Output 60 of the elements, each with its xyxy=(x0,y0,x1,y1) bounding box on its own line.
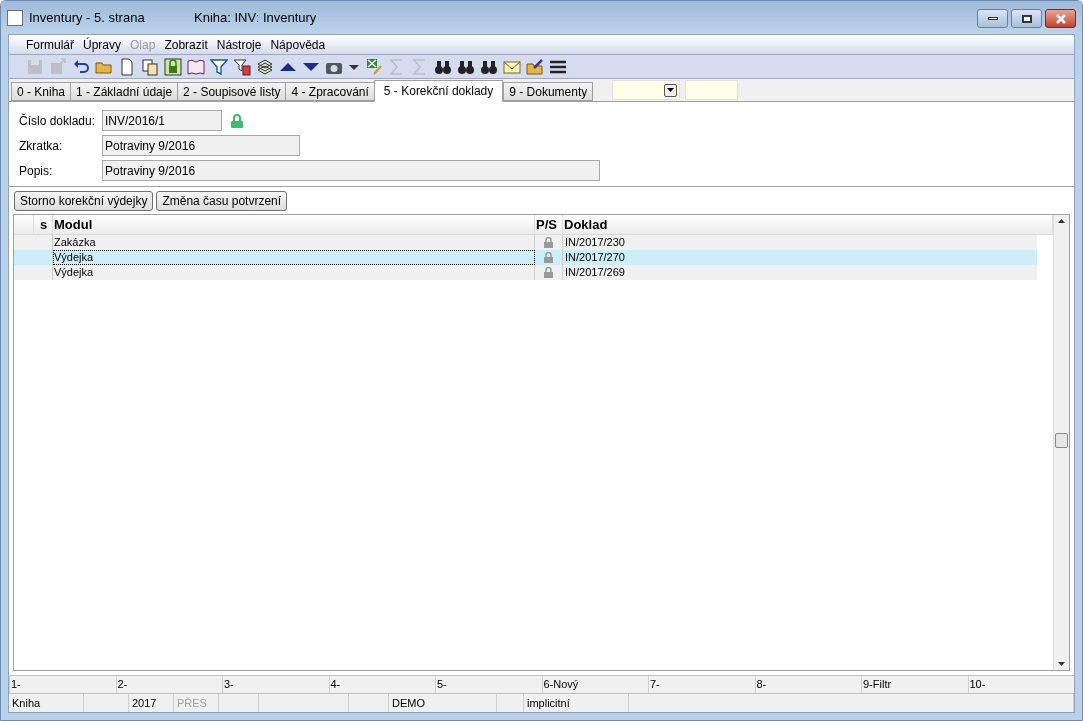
scrollbar[interactable] xyxy=(1053,215,1069,670)
table-row[interactable]: Výdejka IN/2017/269 xyxy=(14,265,1037,280)
stack-icon[interactable] xyxy=(256,57,274,76)
scroll-thumb[interactable] xyxy=(1055,433,1068,448)
table-row[interactable]: Výdejka IN/2017/270 xyxy=(14,250,1037,265)
tab[interactable]: 0 - Kniha xyxy=(11,82,72,101)
minimize-button[interactable] xyxy=(977,9,1008,28)
tab[interactable]: 9 - Dokumenty xyxy=(503,82,594,101)
copy-icon[interactable] xyxy=(141,57,159,76)
status-item: Kniha xyxy=(9,694,84,712)
table-cell: Výdejka xyxy=(53,265,535,280)
app-icon xyxy=(7,9,23,26)
status-item: implicitní xyxy=(524,694,629,712)
spreadsheet-icon[interactable] xyxy=(365,57,383,76)
column-header: s xyxy=(34,215,53,234)
filter-icon[interactable] xyxy=(233,57,251,76)
field-label: Zkratka: xyxy=(19,137,64,155)
menu-item[interactable]: Nástroje xyxy=(216,35,262,54)
column-header: P/S xyxy=(535,215,563,234)
input-field[interactable]: Potraviny 9/2016 xyxy=(102,160,600,181)
table-cell-text: IN/2017/270 xyxy=(564,250,626,265)
filter-icon[interactable] xyxy=(210,57,228,76)
table-row[interactable]: Zakázka IN/2017/230 xyxy=(14,235,1037,250)
field-label: Popis: xyxy=(19,162,54,180)
tab[interactable]: 1 - Základní údaje xyxy=(70,82,179,101)
lock-icon[interactable] xyxy=(164,57,182,76)
input-field[interactable]: INV/2016/1 xyxy=(102,110,222,131)
minimize-icon xyxy=(987,17,998,20)
menu-item[interactable]: Nápověda xyxy=(270,35,326,54)
menu-item[interactable]: Úpravy xyxy=(83,35,122,54)
dropdown-button[interactable] xyxy=(664,83,678,97)
column-header: Modul xyxy=(53,215,535,234)
table-cell-text: IN/2017/269 xyxy=(564,265,626,280)
window-title: Inventury - 5. strana xyxy=(29,8,146,27)
tab[interactable]: 2 - Soupisové listy xyxy=(177,82,287,101)
caret-icon xyxy=(667,88,675,92)
table-cell-text: IN/2017/230 xyxy=(564,235,626,250)
window-subtitle: Kniha: INV: Inventury xyxy=(194,8,317,27)
menu-item[interactable]: Zobrazit xyxy=(164,35,208,54)
status-item: PŘES xyxy=(174,694,219,712)
input-field[interactable]: Potraviny 9/2016 xyxy=(102,135,300,156)
book-icon[interactable] xyxy=(187,57,205,76)
tab[interactable]: 4 - Zpracování xyxy=(285,82,375,101)
maximize-button[interactable] xyxy=(1011,9,1042,28)
close-button[interactable] xyxy=(1045,9,1076,28)
input-field[interactable] xyxy=(612,80,681,100)
status-item: DEMO xyxy=(389,694,497,712)
page-icon[interactable] xyxy=(118,57,136,76)
scroll-down-icon xyxy=(1058,662,1065,666)
action-button[interactable]: Změna času potvrzení xyxy=(156,191,288,211)
tab[interactable]: 5 - Korekční doklady xyxy=(373,80,504,102)
input-field[interactable] xyxy=(685,80,739,100)
status-item: 2017 xyxy=(129,694,174,712)
field-label: Číslo dokladu: xyxy=(19,112,97,130)
action-button[interactable]: Storno korekční výdejky xyxy=(14,191,154,211)
folder-edit-icon[interactable] xyxy=(526,57,544,76)
close-icon xyxy=(1054,13,1067,24)
maximize-icon xyxy=(1021,14,1032,23)
menu-item[interactable]: Formulář xyxy=(26,35,74,54)
scroll-up-icon xyxy=(1058,219,1065,223)
